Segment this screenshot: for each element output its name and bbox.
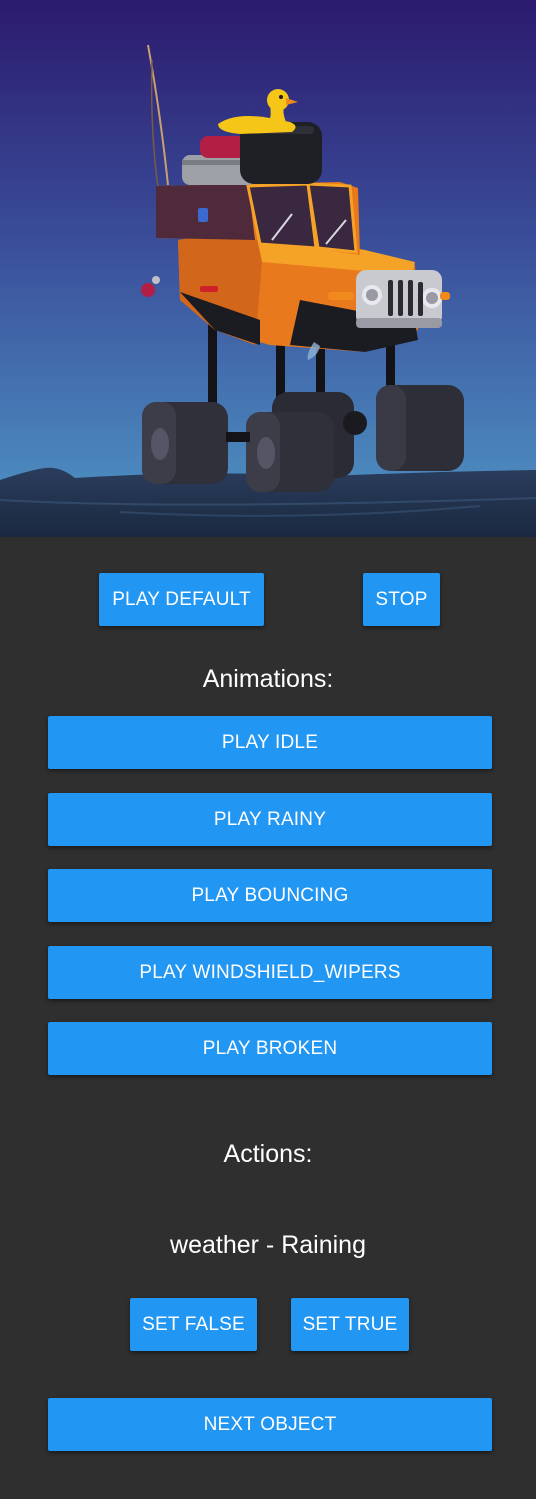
play-windshield-wipers-button[interactable]: PLAY WINDSHIELD_WIPERS — [48, 946, 492, 999]
play-bouncing-button[interactable]: PLAY BOUNCING — [48, 869, 492, 922]
play-rainy-button[interactable]: PLAY RAINY — [48, 793, 492, 846]
actions-heading: Actions: — [223, 1140, 313, 1168]
play-idle-button[interactable]: PLAY IDLE — [48, 716, 492, 769]
jeep-scene-illustration — [0, 0, 536, 537]
rive-animation-canvas — [0, 0, 536, 537]
set-true-button[interactable]: SET TRUE — [291, 1298, 409, 1351]
play-default-button[interactable]: PLAY DEFAULT — [99, 573, 264, 626]
set-false-button[interactable]: SET FALSE — [130, 1298, 257, 1351]
animations-heading: Animations: — [202, 665, 334, 693]
next-object-button[interactable]: NEXT OBJECT — [48, 1398, 492, 1451]
weather-input-label: weather - Raining — [170, 1231, 366, 1259]
play-broken-button[interactable]: PLAY BROKEN — [48, 1022, 492, 1075]
stop-button[interactable]: STOP — [363, 573, 440, 626]
control-panel: PLAY DEFAULT STOP Animations: PLAY IDLE … — [0, 537, 536, 1499]
